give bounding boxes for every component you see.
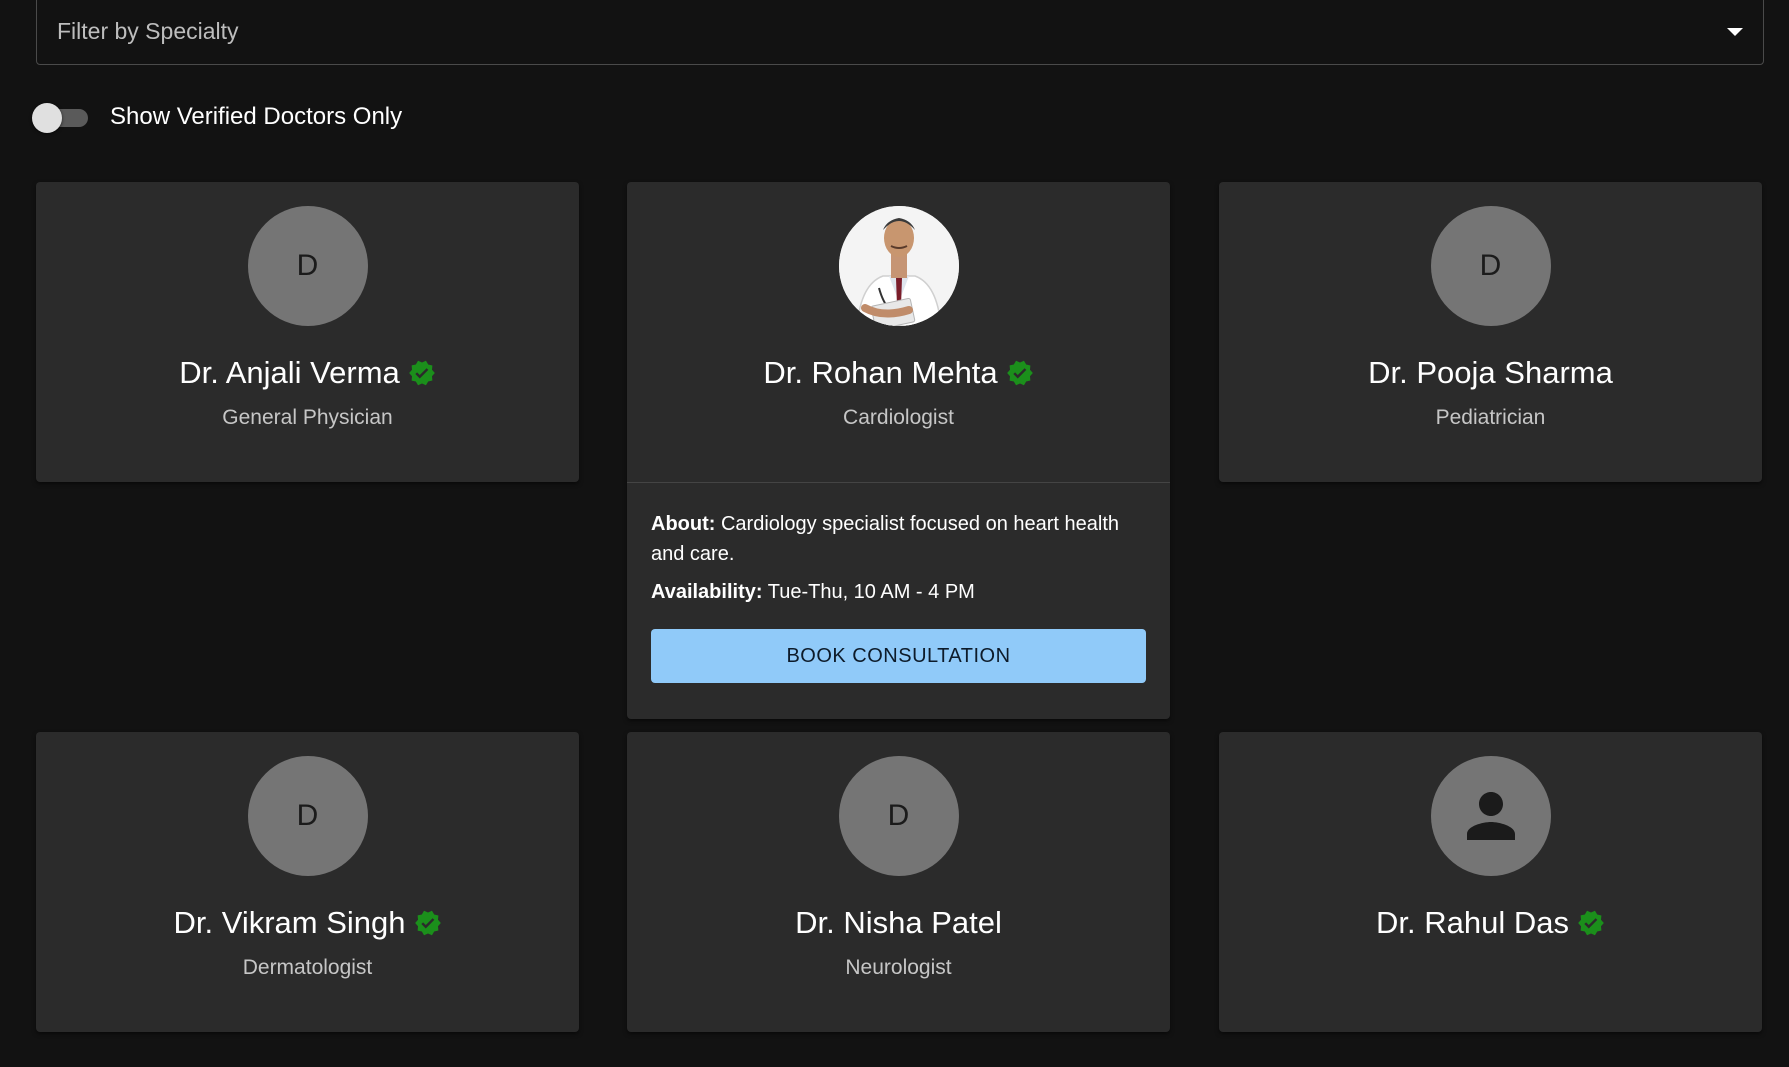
doctor-name: Dr. Vikram Singh	[36, 905, 579, 941]
doctor-card-header: D Dr. Pooja Sharma Pediatrician	[1219, 182, 1762, 482]
doctor-card-header: D Dr. Anjali Verma General Physician	[36, 182, 579, 482]
verified-toggle-row: Show Verified Doctors Only	[32, 100, 402, 134]
doctor-name: Dr. Anjali Verma	[36, 355, 579, 391]
verified-badge-icon	[1578, 910, 1604, 936]
doctor-card-header: D Dr. Nisha Patel Neurologist	[627, 732, 1170, 1032]
doctor-card-header: D Dr. Vikram Singh Dermatologist	[36, 732, 579, 1032]
doctor-photo-image	[838, 206, 959, 326]
switch-thumb[interactable]	[32, 103, 62, 133]
doctor-card-nisha-patel[interactable]: D Dr. Nisha Patel Neurologist	[627, 732, 1170, 1032]
about-text: About: Cardiology specialist focused on …	[651, 509, 1146, 569]
verified-badge-icon	[1006, 360, 1033, 386]
availability-label: Availability:	[651, 581, 763, 603]
about-label: About:	[651, 513, 716, 535]
doctor-card-vikram-singh[interactable]: D Dr. Vikram Singh Dermatologist	[36, 732, 579, 1032]
doctor-card-rohan-mehta[interactable]: Dr. Rohan Mehta Cardiologist About: Card…	[627, 182, 1170, 719]
specialty-filter-select[interactable]: Filter by Specialty	[36, 0, 1764, 65]
doctor-specialty: Dermatologist	[242, 956, 373, 979]
doctor-card-anjali-verma[interactable]: D Dr. Anjali Verma General Physician	[36, 182, 579, 482]
doctor-name: Dr. Rohan Mehta	[627, 355, 1170, 391]
doctor-name-text: Dr. Nisha Patel	[795, 905, 1002, 940]
doctor-name-text: Dr. Rohan Mehta	[763, 355, 998, 390]
doctor-name-text: Dr. Rahul Das	[1376, 905, 1569, 940]
chevron-down-icon[interactable]	[1727, 27, 1743, 36]
doctor-card-rahul-das[interactable]: Dr. Rahul Das	[1219, 732, 1762, 1032]
doctor-directory-page: Filter by Specialty Show Verified Doctor…	[0, 0, 1789, 1067]
avatar: D	[1430, 206, 1551, 326]
verified-only-label: Show Verified Doctors Only	[110, 103, 403, 130]
verified-only-switch[interactable]	[32, 100, 90, 134]
doctor-details: About: Cardiology specialist focused on …	[627, 483, 1170, 719]
specialty-filter-label: Filter by Specialty	[57, 18, 239, 44]
doctor-specialty: Pediatrician	[1435, 406, 1546, 429]
avatar: D	[247, 206, 368, 326]
avatar: D	[838, 756, 959, 876]
doctor-name-text: Dr. Vikram Singh	[173, 905, 406, 940]
doctor-specialty: Neurologist	[845, 956, 952, 979]
doctor-specialty: Cardiologist	[843, 406, 954, 429]
about-value: Cardiology specialist focused on heart h…	[651, 513, 1120, 565]
book-consultation-button[interactable]: BOOK CONSULTATION	[651, 629, 1146, 683]
doctor-photo	[838, 206, 959, 326]
doctor-card-header: Dr. Rahul Das	[1219, 732, 1762, 1032]
doctor-card-pooja-sharma[interactable]: D Dr. Pooja Sharma Pediatrician	[1219, 182, 1762, 482]
doctor-name-text: Dr. Anjali Verma	[179, 355, 400, 390]
avatar: D	[247, 756, 368, 876]
avatar	[1430, 756, 1551, 876]
availability-value: Tue-Thu, 10 AM - 4 PM	[767, 581, 975, 603]
doctor-name-text: Dr. Pooja Sharma	[1368, 355, 1613, 390]
verified-badge-icon	[408, 360, 435, 386]
doctor-specialty: General Physician	[222, 406, 393, 429]
availability-text: Availability: Tue-Thu, 10 AM - 4 PM	[651, 577, 1146, 607]
doctor-name: Dr. Pooja Sharma	[1219, 355, 1762, 391]
doctor-name: Dr. Nisha Patel	[627, 905, 1170, 941]
doctor-card-header: Dr. Rohan Mehta Cardiologist	[627, 182, 1170, 482]
verified-badge-icon	[414, 910, 441, 936]
person-icon	[1466, 792, 1515, 840]
doctor-name: Dr. Rahul Das	[1219, 905, 1762, 941]
